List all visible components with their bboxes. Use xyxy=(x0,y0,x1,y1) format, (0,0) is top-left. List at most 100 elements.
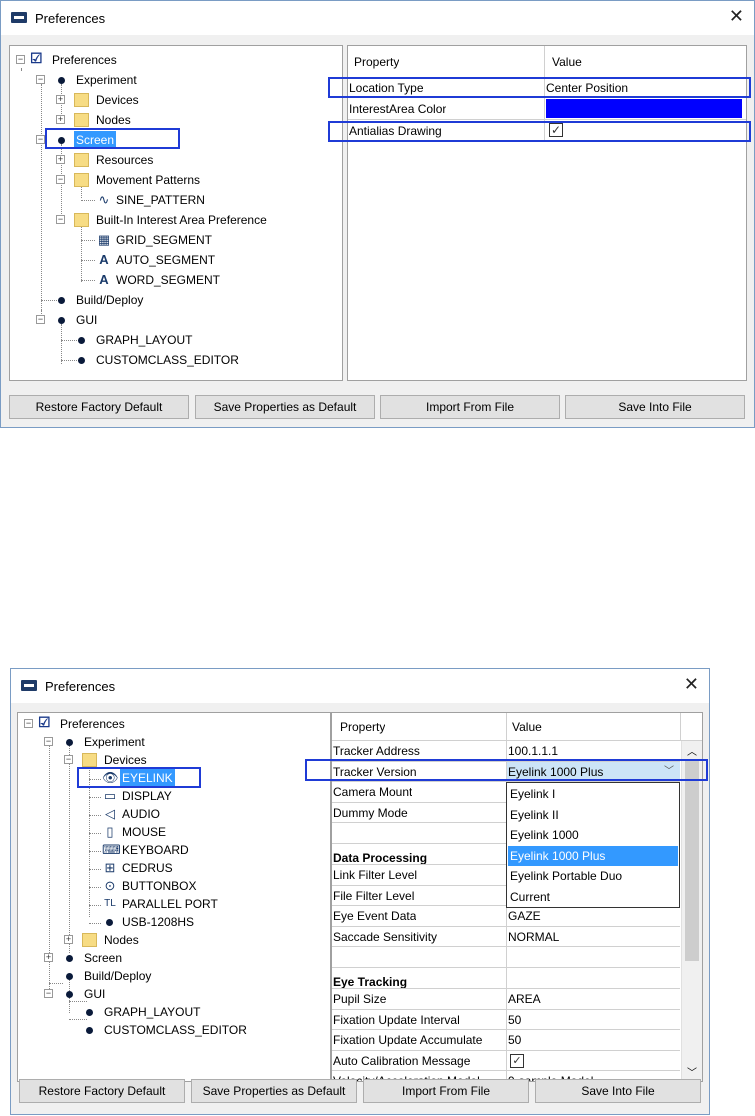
grid-row[interactable]: Eye Event Data GAZE xyxy=(332,906,680,927)
window-title: Preferences xyxy=(45,679,116,694)
grid-row[interactable]: Saccade Sensitivity NORMAL xyxy=(332,926,680,948)
property-name: File Filter Level xyxy=(333,888,415,903)
scroll-down-icon[interactable]: ﹀ xyxy=(687,1064,697,1079)
sine-wave-icon: ∿ xyxy=(98,192,110,207)
expand-icon[interactable]: + xyxy=(56,115,65,124)
collapse-icon[interactable]: − xyxy=(64,755,73,764)
grid-icon: ▦ xyxy=(97,232,111,247)
collapse-icon[interactable]: − xyxy=(44,737,53,746)
property-name: Camera Mount xyxy=(333,785,413,800)
property-value[interactable]: GAZE xyxy=(508,906,541,926)
title-bar: Preferences ✕ xyxy=(1,1,754,35)
mouse-icon: ▯ xyxy=(106,824,114,839)
checkmark-icon: ☑ xyxy=(38,714,52,730)
property-name: Dummy Mode xyxy=(333,805,408,820)
scroll-up-icon[interactable]: ︿ xyxy=(687,743,697,758)
scrollbar-thumb[interactable] xyxy=(685,761,699,961)
property-value[interactable]: 50 xyxy=(508,1010,521,1030)
collapse-icon[interactable]: − xyxy=(56,175,65,184)
save-properties-as-default-button[interactable]: Save Properties as Default xyxy=(191,1079,357,1103)
collapse-icon[interactable]: − xyxy=(44,989,53,998)
expand-icon[interactable]: + xyxy=(64,935,73,944)
collapse-icon[interactable]: − xyxy=(36,135,45,144)
bullet-icon xyxy=(66,739,73,746)
expand-icon[interactable]: + xyxy=(44,953,53,962)
save-into-file-button[interactable]: Save Into File xyxy=(535,1079,701,1103)
bullet-icon xyxy=(66,955,73,962)
cedrus-icon: ⊞ xyxy=(104,860,116,875)
restore-factory-default-button[interactable]: Restore Factory Default xyxy=(9,395,189,419)
import-from-file-button[interactable]: Import From File xyxy=(380,395,560,419)
property-name: Data Processing xyxy=(333,851,428,864)
bullet-icon xyxy=(66,973,73,980)
dropdown-option[interactable]: Eyelink 1000 Plus xyxy=(508,845,678,866)
collapse-icon[interactable]: − xyxy=(16,55,25,64)
grid-row[interactable] xyxy=(332,947,680,968)
preferences-window-2: Preferences ✕ − ☑ Preferences − Experime… xyxy=(10,668,710,1115)
auto-segment-icon: A xyxy=(99,252,109,267)
collapse-icon[interactable]: − xyxy=(36,315,45,324)
grid-row[interactable]: Fixation Update Accumulate 50 xyxy=(332,1030,680,1051)
monitor-icon: ▭ xyxy=(103,788,117,803)
import-from-file-button[interactable]: Import From File xyxy=(363,1079,529,1103)
collapse-icon[interactable]: − xyxy=(56,215,65,224)
close-icon[interactable]: ✕ xyxy=(729,7,744,25)
collapse-icon[interactable]: − xyxy=(24,719,33,728)
property-value[interactable]: 50 xyxy=(508,1030,521,1050)
auto-calibration-checkbox[interactable]: ✓ xyxy=(510,1053,524,1068)
property-name: Link Filter Level xyxy=(333,868,418,882)
property-name: Auto Calibration Message xyxy=(333,1053,471,1068)
highlight-box-tracker-version xyxy=(305,759,708,781)
folder-icon xyxy=(74,93,89,107)
bullet-icon xyxy=(66,991,73,998)
collapse-icon[interactable]: − xyxy=(36,75,45,84)
app-icon xyxy=(21,680,37,691)
dropdown-option[interactable]: Current xyxy=(508,887,678,907)
property-name: Pupil Size xyxy=(333,992,387,1006)
highlight-box-screen xyxy=(45,128,180,149)
folder-icon xyxy=(82,753,97,767)
app-icon xyxy=(11,12,27,23)
interestarea-color-swatch[interactable] xyxy=(546,99,742,118)
window-title: Preferences xyxy=(35,11,106,26)
grid-section-header: Eye Tracking xyxy=(332,968,680,989)
highlight-box-location-type xyxy=(328,77,751,98)
restore-factory-default-button[interactable]: Restore Factory Default xyxy=(19,1079,185,1103)
property-value[interactable]: AREA xyxy=(508,989,541,1009)
save-into-file-button[interactable]: Save Into File xyxy=(565,395,745,419)
property-name: Tracker Address xyxy=(333,744,420,758)
folder-icon xyxy=(74,153,89,167)
grid-header: Property Value xyxy=(348,46,746,78)
property-value[interactable]: NORMAL xyxy=(508,927,559,947)
grid-row[interactable]: Auto Calibration Message ✓ xyxy=(332,1050,680,1072)
grid-header: Property Value xyxy=(332,713,702,741)
tracker-version-dropdown[interactable]: Eyelink I Eyelink II Eyelink 1000 Eyelink 1… xyxy=(506,782,680,908)
grid-row-interestarea-color[interactable]: InterestArea Color xyxy=(348,98,746,120)
parallel-port-icon: TL xyxy=(104,898,116,909)
grid-row[interactable]: Pupil Size AREA xyxy=(332,989,680,1010)
checkmark-icon: ☑ xyxy=(30,50,44,66)
bullet-icon xyxy=(58,317,65,324)
bullet-icon xyxy=(58,77,65,84)
folder-icon xyxy=(74,213,89,227)
dropdown-option[interactable]: Eyelink II xyxy=(508,805,678,825)
close-icon[interactable]: ✕ xyxy=(684,675,699,693)
dropdown-option[interactable]: Eyelink I xyxy=(508,784,678,804)
save-properties-as-default-button[interactable]: Save Properties as Default xyxy=(195,395,375,419)
speaker-icon: ◁ xyxy=(105,806,115,821)
folder-icon xyxy=(74,113,89,127)
gamepad-icon: ⊙ xyxy=(104,878,116,893)
vertical-scrollbar[interactable]: ︿ ﹀ xyxy=(681,741,702,1081)
dropdown-option[interactable]: Eyelink Portable Duo xyxy=(508,866,678,886)
property-value[interactable]: 100.1.1.1 xyxy=(508,741,558,761)
property-name: Saccade Sensitivity xyxy=(333,929,438,944)
preferences-tree: − ☑ Preferences − Experiment + Devices +… xyxy=(9,45,343,381)
property-name: Eye Event Data xyxy=(333,909,417,924)
bullet-icon xyxy=(58,297,65,304)
dropdown-option[interactable]: Eyelink 1000 xyxy=(508,825,678,845)
expand-icon[interactable]: + xyxy=(56,155,65,164)
expand-icon[interactable]: + xyxy=(56,95,65,104)
grid-row[interactable]: Fixation Update Interval 50 xyxy=(332,1009,680,1031)
bullet-icon xyxy=(86,1009,93,1016)
highlight-box-eyelink xyxy=(77,767,201,788)
